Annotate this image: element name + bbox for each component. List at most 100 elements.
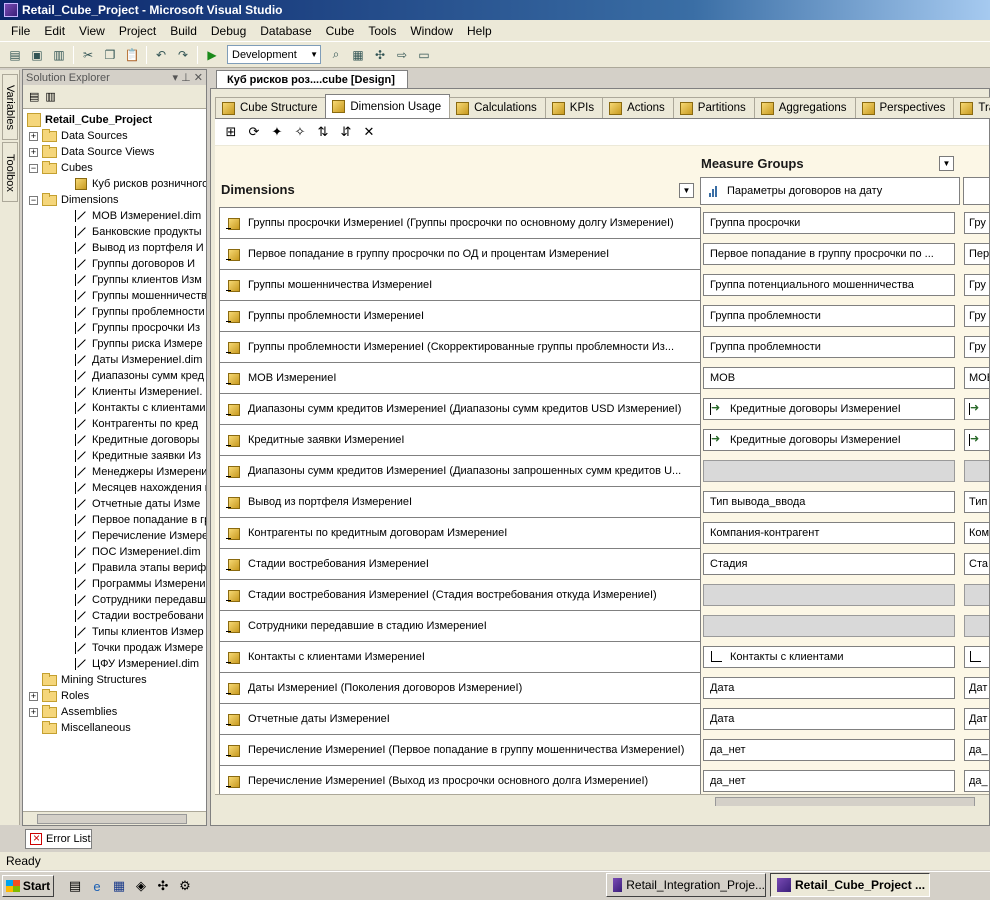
grid-horizontal-scrollbar[interactable]	[215, 794, 989, 806]
solution-configuration-select[interactable]: Development ▼	[227, 45, 321, 64]
relationship-cell[interactable]: Контакты с клиентами	[703, 646, 955, 668]
expand-icon[interactable]: +	[29, 691, 38, 701]
relationship-cell-2[interactable]	[964, 584, 989, 606]
tools-icon[interactable]: ✣	[154, 877, 172, 895]
relationship-cell-2[interactable]: Дат	[964, 677, 989, 699]
new-project-icon[interactable]: ▤	[4, 44, 26, 66]
tree-cube-item[interactable]: Куб рисков розничного	[75, 176, 206, 192]
menu-tools[interactable]: Tools	[361, 22, 403, 40]
tree-dimension-item[interactable]: Месяцев нахождения в	[75, 480, 206, 496]
relationship-cell-2[interactable]: Гру	[964, 274, 989, 296]
tree-dimension-item[interactable]: Группы клиентов Изм	[75, 272, 202, 288]
dimension-row[interactable]: Группы мошенничества ИзмерениеI	[219, 269, 701, 301]
taskbar-item-retail-cube[interactable]: Retail_Cube_Project ...	[770, 873, 930, 897]
tree-dimension-item[interactable]: Типы клиентов Измер	[75, 624, 204, 640]
visual-studio-icon[interactable]: ◈	[132, 877, 150, 895]
tree-roles[interactable]: + Roles	[29, 688, 89, 704]
menu-debug[interactable]: Debug	[204, 22, 253, 40]
relationship-cell[interactable]	[703, 584, 955, 606]
tree-dimension-item[interactable]: МОВ ИзмерениеI.dim	[75, 208, 201, 224]
measure-group-column-header[interactable]: Параметры договоров на дату	[700, 177, 960, 205]
new-measure-group-icon[interactable]: ✦	[267, 122, 287, 142]
tree-dimension-item[interactable]: Отчетные даты Изме	[75, 496, 200, 512]
relationship-cell-2[interactable]	[964, 429, 989, 451]
menu-window[interactable]: Window	[403, 22, 460, 40]
relationship-cell[interactable]: да_нет	[703, 739, 955, 761]
relationship-cell[interactable]	[703, 460, 955, 482]
scrollbar-thumb[interactable]	[715, 797, 975, 806]
tree-dimension-item[interactable]: Группы риска Измере	[75, 336, 203, 352]
relationship-cell-2[interactable]: МОВ	[964, 367, 989, 389]
menu-cube[interactable]: Cube	[319, 22, 362, 40]
dimension-row[interactable]: Диапазоны сумм кредитов ИзмерениеI (Диап…	[219, 455, 701, 487]
relationship-cell-2[interactable]: Тип	[964, 491, 989, 513]
collapse-icon[interactable]: −	[29, 195, 38, 205]
new-dimension-icon[interactable]: ✧	[290, 122, 310, 142]
dimensions-filter-icon[interactable]: ▼	[679, 183, 694, 198]
relationship-cell-2[interactable]: Гру	[964, 212, 989, 234]
document-tab-cube-design[interactable]: Куб рисков роз....cube [Design]	[216, 70, 408, 88]
tree-dimension-item[interactable]: Перечисление Измере	[75, 528, 206, 544]
dimension-row[interactable]: Диапазоны сумм кредитов ИзмерениеI (Диап…	[219, 393, 701, 425]
relationship-cell[interactable]: Кредитные договоры ИзмерениеI	[703, 398, 955, 420]
tab-dimension-usage[interactable]: Dimension Usage	[325, 94, 451, 118]
expand-icon[interactable]: +	[29, 131, 38, 141]
measure-group-column-header-2[interactable]	[963, 177, 989, 205]
relationship-cell-2[interactable]	[964, 646, 989, 668]
menu-view[interactable]: View	[72, 22, 112, 40]
relationship-cell-2[interactable]: да_	[964, 739, 989, 761]
dimension-row[interactable]: Перечисление ИзмерениеI (Выход из просро…	[219, 765, 701, 797]
relationship-cell[interactable]: Группа проблемности	[703, 336, 955, 358]
tab-kpis[interactable]: KPIs	[544, 97, 604, 118]
close-icon[interactable]: ✕	[194, 72, 203, 84]
tab-translations[interactable]: Transla	[953, 97, 990, 118]
internet-explorer-icon[interactable]: e	[88, 877, 106, 895]
start-debugging-icon[interactable]: ▶	[201, 44, 223, 66]
relationship-cell[interactable]: да_нет	[703, 770, 955, 792]
relationship-cell-2[interactable]: Гру	[964, 336, 989, 358]
deploy-icon[interactable]: ⇨	[391, 44, 413, 66]
dimension-row[interactable]: Даты ИзмерениеI (Поколения договоров Изм…	[219, 672, 701, 704]
cut-icon[interactable]: ✂	[77, 44, 99, 66]
settings-icon[interactable]: ⚙	[176, 877, 194, 895]
dimension-row[interactable]: Перечисление ИзмерениеI (Первое попадани…	[219, 734, 701, 766]
command-window-icon[interactable]: ▭	[413, 44, 435, 66]
relationship-cell-2[interactable]: да_	[964, 770, 989, 792]
relationship-cell-2[interactable]	[964, 460, 989, 482]
tree-data-sources[interactable]: + Data Sources	[29, 128, 128, 144]
tree-dimension-item[interactable]: Группы просрочки Из	[75, 320, 200, 336]
delete-icon[interactable]: ✕	[359, 122, 379, 142]
tab-actions[interactable]: Actions	[602, 97, 674, 118]
tree-dimension-item[interactable]: Первое попадание в гр	[75, 512, 206, 528]
sort-descending-icon[interactable]: ⇵	[336, 122, 356, 142]
tree-dimension-item[interactable]: Программы Измерени	[75, 576, 206, 592]
copy-icon[interactable]: ❐	[99, 44, 121, 66]
tree-dimension-item[interactable]: Банковские продукты	[75, 224, 202, 240]
relationship-cell[interactable]: Дата	[703, 708, 955, 730]
dimension-row[interactable]: Контрагенты по кредитным договорам Измер…	[219, 517, 701, 549]
collapse-icon[interactable]: −	[29, 163, 38, 173]
tree-miscellaneous[interactable]: +Miscellaneous	[29, 720, 131, 736]
dimension-row[interactable]: Группы проблемности ИзмерениеI	[219, 300, 701, 332]
tree-dimension-item[interactable]: Вывод из портфеля И	[75, 240, 204, 256]
tree-dimension-item[interactable]: Клиенты ИзмерениеI.	[75, 384, 202, 400]
find-icon[interactable]: ⌕	[325, 44, 347, 66]
dimension-row[interactable]: Контакты с клиентами ИзмерениеI	[219, 641, 701, 673]
menu-database[interactable]: Database	[253, 22, 318, 40]
pin-icon[interactable]: ▾ ⊥	[173, 72, 191, 84]
tree-mining-structures[interactable]: +Mining Structures	[29, 672, 147, 688]
relationship-cell-2[interactable]: Ста	[964, 553, 989, 575]
paste-icon[interactable]: 📋	[121, 44, 143, 66]
relationship-cell[interactable]: МОВ	[703, 367, 955, 389]
tree-dimension-item[interactable]: Группы договоров И	[75, 256, 195, 272]
tree-dimension-item[interactable]: Группы проблемности	[75, 304, 205, 320]
menu-project[interactable]: Project	[112, 22, 163, 40]
menu-edit[interactable]: Edit	[37, 22, 72, 40]
tree-dimension-item[interactable]: Группы мошенничеств	[75, 288, 206, 304]
relationship-cell[interactable]: Компания-контрагент	[703, 522, 955, 544]
dimension-row[interactable]: Стадии востребования ИзмерениеI (Стадия …	[219, 579, 701, 611]
relationship-cell[interactable]: Кредитные договоры ИзмерениеI	[703, 429, 955, 451]
toolbox-tab[interactable]: Toolbox	[2, 142, 18, 202]
tree-dimension-item[interactable]: Правила этапы верифи	[75, 560, 206, 576]
relationship-cell-2[interactable]	[964, 615, 989, 637]
